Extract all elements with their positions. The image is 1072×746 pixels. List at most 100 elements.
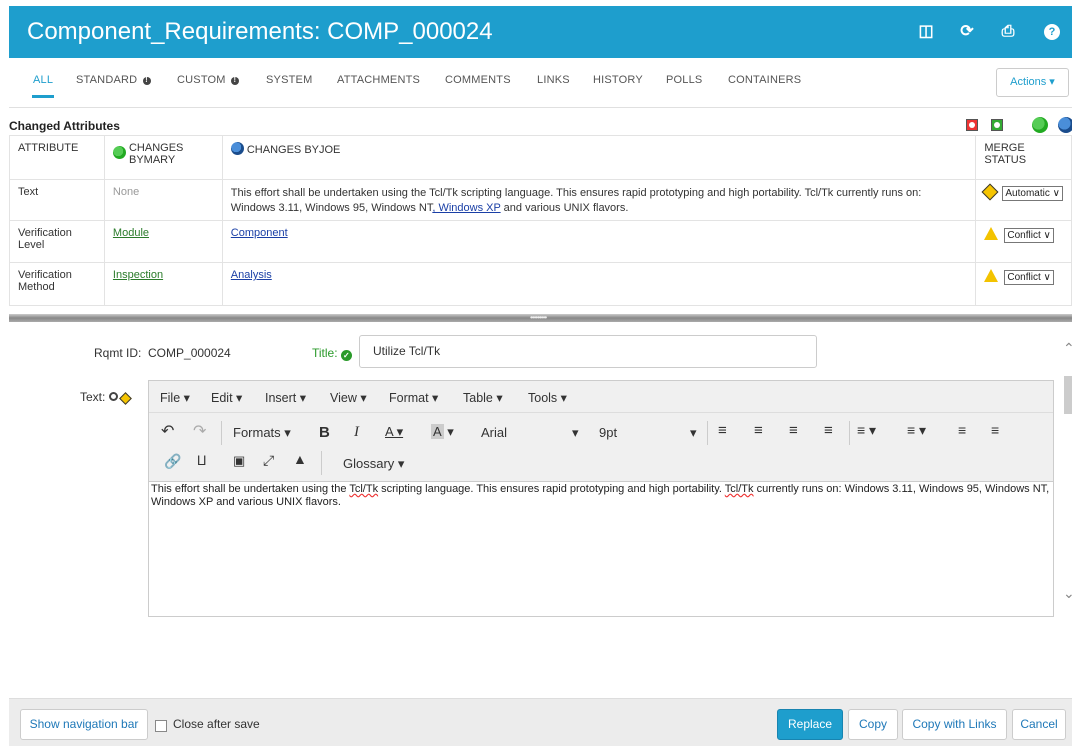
tab-polls[interactable]: POLLS <box>666 74 702 86</box>
align-center-icon[interactable]: ≡ <box>754 422 763 439</box>
menu-format[interactable]: Format ▾ <box>389 390 438 405</box>
link-icon[interactable]: 🔗 <box>164 453 181 470</box>
close-after-save-checkbox[interactable] <box>155 720 167 732</box>
menu-tools[interactable]: Tools ▾ <box>528 390 567 405</box>
changed-attributes-heading: Changed Attributes <box>9 119 120 133</box>
attribute-name: Verification Level <box>9 220 105 263</box>
tab-comments[interactable]: COMMENTS <box>445 74 511 86</box>
toolbar-separator <box>221 421 222 445</box>
tab-all[interactable]: ALL <box>33 74 53 86</box>
fullscreen-icon[interactable]: ⤢ <box>263 452 274 469</box>
align-right-icon[interactable]: ≡ <box>789 422 798 439</box>
changed-attributes-table: ATTRIBUTE CHANGES BYMARY CHANGES BYJOE M… <box>9 135 1072 306</box>
tab-system[interactable]: SYSTEM <box>266 74 312 86</box>
binoculars-icon[interactable]: ◫ <box>917 23 935 41</box>
close-after-save-label: Close after save <box>173 717 260 731</box>
check-icon: ✓ <box>340 350 352 361</box>
toolbar-separator <box>321 451 322 475</box>
tab-containers[interactable]: CONTAINERS <box>728 74 801 86</box>
glossary-dropdown[interactable]: Glossary ▾ <box>343 456 404 472</box>
show-navigation-bar-button[interactable]: Show navigation bar <box>20 709 148 740</box>
menu-table[interactable]: Table ▾ <box>463 390 503 405</box>
editor-menubar: File ▾ Edit ▾ Insert ▾ View ▾ Format ▾ T… <box>149 381 1053 413</box>
title-input[interactable]: Utilize Tcl/Tk <box>359 335 817 368</box>
menu-view[interactable]: View ▾ <box>330 390 367 405</box>
merge-status-select[interactable]: Conflict ∨ <box>1004 270 1054 285</box>
font-size-select[interactable]: 9pt <box>599 425 617 440</box>
user-joe-icon <box>230 142 244 155</box>
mary-value-link[interactable]: Inspection <box>113 269 163 281</box>
toolbar-separator <box>849 421 850 445</box>
mary-value-link[interactable]: Module <box>113 227 149 239</box>
accept-all-joe-icon[interactable] <box>991 119 1003 131</box>
align-justify-icon[interactable]: ≡ <box>824 422 833 439</box>
merge-status-cell: Automatic ∨ <box>975 179 1072 221</box>
cancel-button[interactable]: Cancel <box>1012 709 1066 740</box>
joe-value-link[interactable]: Analysis <box>231 269 272 281</box>
table-header-row: ATTRIBUTE CHANGES BYMARY CHANGES BYJOE M… <box>9 135 1072 180</box>
warning-icon <box>984 269 999 282</box>
copy-button[interactable]: Copy <box>848 709 898 740</box>
menu-insert[interactable]: Insert ▾ <box>265 390 306 405</box>
tab-custom[interactable]: CUSTOM ! <box>177 74 239 86</box>
tab-bar: ALL STANDARD ! CUSTOM ! SYSTEM ATTACHMEN… <box>9 58 1072 108</box>
font-color-icon[interactable]: A ▾ <box>385 424 403 440</box>
merge-status-select[interactable]: Conflict ∨ <box>1004 228 1054 243</box>
help-icon[interactable]: ? <box>1044 24 1060 40</box>
actions-dropdown-button[interactable]: Actions ▾ <box>996 68 1069 97</box>
info-icon <box>108 392 118 401</box>
tab-attachments[interactable]: ATTACHMENTS <box>337 74 420 86</box>
menu-edit[interactable]: Edit ▾ <box>211 390 242 405</box>
replace-button[interactable]: Replace <box>777 709 843 740</box>
title-bar: Component_Requirements: COMP_000024 ◫ ⟳ … <box>9 6 1072 58</box>
scrollbar-thumb[interactable] <box>1064 376 1072 414</box>
joe-value-link[interactable]: Component <box>231 227 288 239</box>
hierarchy-icon[interactable]: ▲ <box>293 451 307 467</box>
font-size-chevron-icon[interactable]: ▾ <box>690 425 697 441</box>
column-header-changes-joe: CHANGES BYJOE <box>221 135 977 180</box>
tab-standard[interactable]: STANDARD ! <box>76 74 151 86</box>
accept-all-mary-icon[interactable] <box>966 119 978 131</box>
merge-status-select[interactable]: Automatic ∨ <box>1002 186 1063 201</box>
scroll-up-icon[interactable]: ⌃ <box>1063 340 1072 357</box>
table-row: Text None This effort shall be undertake… <box>9 179 1072 221</box>
active-tab-indicator <box>32 95 54 98</box>
undo-icon[interactable]: ↶ <box>161 421 174 441</box>
image-icon[interactable]: ▣ <box>233 453 245 469</box>
rich-text-editor: File ▾ Edit ▾ Insert ▾ View ▾ Format ▾ T… <box>148 380 1054 617</box>
bullet-list-icon[interactable]: ≡ ▾ <box>857 422 876 439</box>
menu-file[interactable]: File ▾ <box>160 390 190 405</box>
page-title: Component_Requirements: COMP_000024 <box>27 18 493 45</box>
user-mary-icon <box>112 146 126 159</box>
align-left-icon[interactable]: ≡ <box>718 422 727 439</box>
editor-content[interactable]: This effort shall be undertaken using th… <box>149 483 1053 509</box>
user-joe-icon[interactable] <box>1058 117 1072 133</box>
tab-links[interactable]: LINKS <box>537 74 570 86</box>
editor-toolbar: ↶ ↷ Formats ▾ B I A ▾ A ▾ Arial ▾ 9pt ▾ … <box>149 413 1053 482</box>
formats-dropdown[interactable]: Formats ▾ <box>233 425 291 441</box>
italic-icon[interactable]: I <box>354 424 359 441</box>
unlink-icon[interactable]: ⨿ <box>197 453 206 469</box>
highlight-color-icon[interactable]: A ▾ <box>431 424 454 440</box>
print-icon[interactable]: ⎙ <box>999 23 1017 41</box>
refresh-icon[interactable]: ⟳ <box>958 23 976 41</box>
indent-icon[interactable]: ≡ <box>991 422 999 438</box>
joe-value: This effort shall be undertaken using th… <box>221 179 977 221</box>
rqmt-id-value: COMP_000024 <box>148 346 231 360</box>
column-header-changes-mary: CHANGES BYMARY <box>103 135 223 180</box>
font-family-select[interactable]: Arial <box>481 425 507 440</box>
user-mary-icon[interactable] <box>1032 117 1048 133</box>
footer-bar: Show navigation bar Close after save Rep… <box>9 698 1072 746</box>
bold-icon[interactable]: B <box>319 424 330 441</box>
redo-icon[interactable]: ↷ <box>193 421 206 441</box>
copy-with-links-button[interactable]: Copy with Links <box>902 709 1007 740</box>
pane-splitter[interactable]: ••••••••• <box>9 314 1072 322</box>
tab-history[interactable]: HISTORY <box>593 74 643 86</box>
title-label: Title: ✓ <box>312 346 352 361</box>
outdent-icon[interactable]: ≡ <box>958 422 966 438</box>
font-family-chevron-icon[interactable]: ▾ <box>572 425 579 441</box>
auto-merge-icon <box>981 183 999 201</box>
inserted-text-link[interactable]: , Windows XP <box>432 202 500 214</box>
scroll-down-icon[interactable]: ⌄ <box>1063 585 1072 602</box>
numbered-list-icon[interactable]: ≡ ▾ <box>907 422 926 439</box>
